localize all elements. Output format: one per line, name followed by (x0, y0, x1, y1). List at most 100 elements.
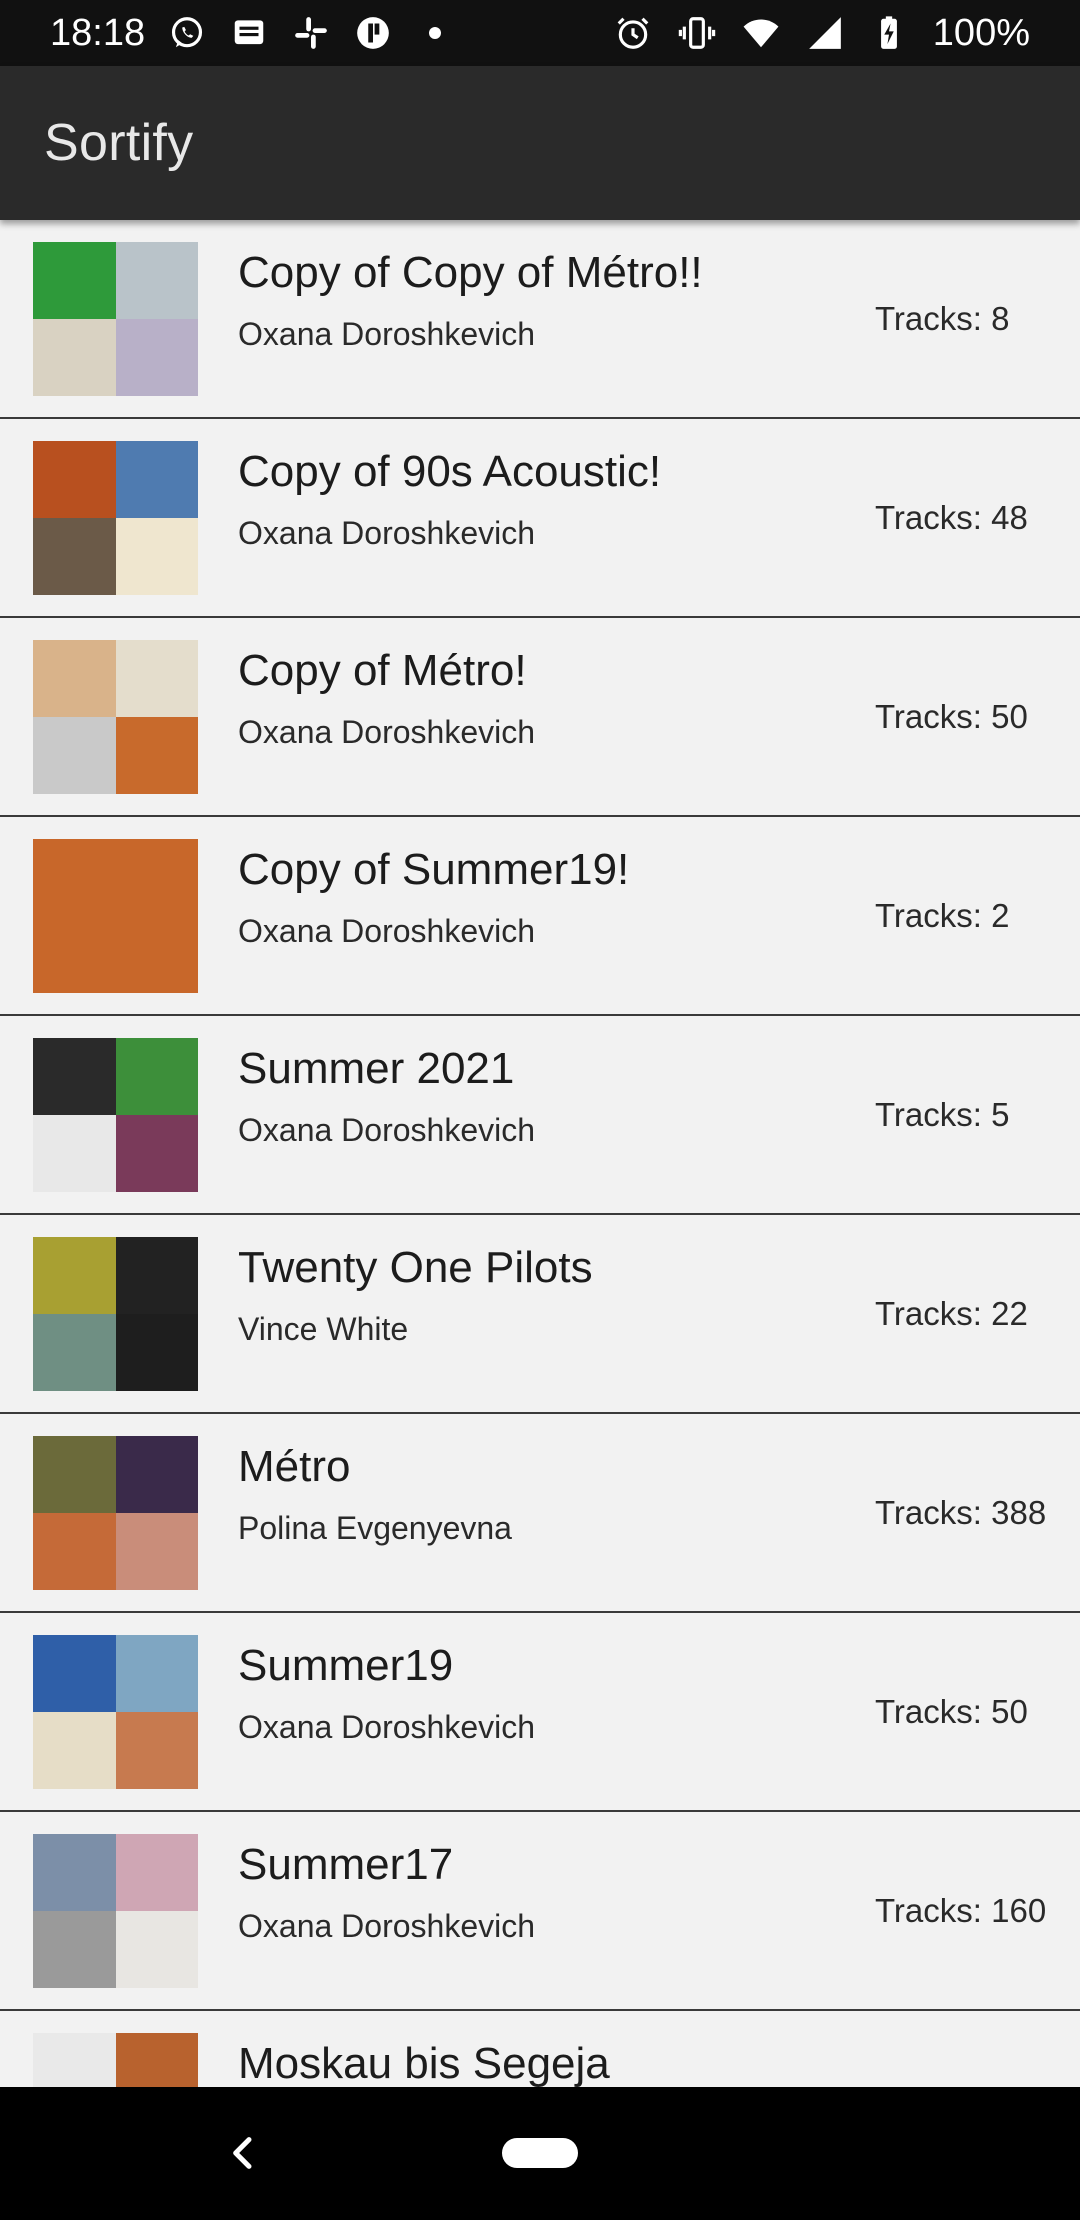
whatsapp-icon (167, 13, 207, 53)
cover-tile (115, 441, 198, 518)
status-left: 18:18 (50, 12, 455, 55)
playlist-text: Copy of 90s Acoustic! Oxana Doroshkevich (238, 447, 661, 552)
cover-tile (115, 1314, 198, 1391)
playlist-owner: Oxana Doroshkevich (238, 913, 536, 949)
cover-tile (33, 1038, 116, 1115)
message-icon (229, 13, 269, 53)
playlist-owner: Polina Evgenyevna (238, 1510, 512, 1546)
more-notifications-icon (415, 13, 455, 53)
cover-tile (33, 2033, 116, 2087)
playlist-row[interactable]: Copy of Copy of Métro!! Oxana Doroshkevic… (0, 220, 1080, 419)
playlist-text: Summer17 Oxana Doroshkevich (238, 1840, 535, 1945)
cover-tile (33, 1115, 116, 1192)
cover-tile (115, 2033, 198, 2087)
playlist-text: Summer 2021 Oxana Doroshkevich (238, 1044, 535, 1149)
cover-tile (115, 1237, 198, 1314)
signal-icon (805, 13, 845, 53)
cover-tile (33, 1635, 116, 1712)
vibrate-icon (677, 13, 717, 53)
playlist-row[interactable]: Summer17 Oxana Doroshkevich Tracks: 160 (0, 1812, 1080, 2011)
playlist-owner: Oxana Doroshkevich (238, 1908, 536, 1944)
playlist-owner: Oxana Doroshkevich (238, 714, 536, 750)
cover-tile (115, 1712, 198, 1789)
playlist-row[interactable]: Summer 2021 Oxana Doroshkevich Tracks: 5 (0, 1016, 1080, 1215)
cover-tile (115, 1513, 198, 1590)
playlist-text: Copy of Copy of Métro!! Oxana Doroshkevic… (238, 248, 703, 353)
playlist-name: Métro (238, 1442, 351, 1491)
cover-tile (115, 717, 198, 794)
cover-tile (115, 242, 198, 319)
cover-tile (33, 1513, 116, 1590)
playlist-row[interactable]: Copy of Métro! Oxana Doroshkevich Tracks: … (0, 618, 1080, 817)
playlist-name: Copy of Copy of Métro!! (238, 248, 703, 297)
battery-percent: 100% (932, 11, 1030, 54)
cover-tile (115, 518, 198, 595)
cover-tile (115, 640, 198, 717)
playlist-cover-image (33, 242, 198, 396)
app-bar: Sortify (0, 66, 1080, 220)
cover-tile (115, 319, 198, 396)
app-title: Sortify (44, 114, 194, 172)
playlist-list[interactable]: Copy of Copy of Métro!! Oxana Doroshkevic… (0, 220, 1080, 2087)
playlist-track-count: Tracks: 8 (875, 299, 1010, 337)
playlist-track-count: Tracks: 50 (875, 1692, 1028, 1730)
cover-tile (33, 1834, 116, 1911)
cover-tile (115, 1635, 198, 1712)
playlist-row[interactable]: Twenty One Pilots Vince White Tracks: 22 (0, 1215, 1080, 1414)
home-pill-button[interactable] (502, 2138, 578, 2168)
playlist-cover-image (33, 1834, 198, 1988)
playlist-row[interactable]: Copy of Summer19! Oxana Doroshkevich Track… (0, 817, 1080, 1016)
cover-tile (33, 717, 116, 794)
cover-tile (33, 441, 116, 518)
playlist-row[interactable]: Copy of 90s Acoustic! Oxana Doroshkevich T… (0, 419, 1080, 618)
playlist-track-count: Tracks: 160 (875, 1891, 1047, 1929)
status-time: 18:18 (50, 11, 146, 54)
playlist-track-count: Tracks: 2 (875, 896, 1010, 934)
playlist-name: Summer19 (238, 1641, 454, 1690)
playlist-cover-image (33, 1038, 198, 1192)
playlist-name: Copy of Summer19! (238, 845, 630, 894)
playlist-cover-image (33, 640, 198, 794)
playlist-track-count: Tracks: 388 (875, 1493, 1047, 1531)
playlist-name: Copy of Métro! (238, 646, 527, 695)
playlist-text: Métro Polina Evgenyevna (238, 1442, 512, 1547)
playlist-cover-image (33, 839, 198, 993)
cover-tile (33, 1712, 116, 1789)
playlist-owner: Oxana Doroshkevich (238, 1709, 536, 1745)
playlist-track-count: Tracks: 50 (875, 697, 1028, 735)
playlist-owner: Oxana Doroshkevich (238, 515, 536, 551)
cover-tile (33, 518, 116, 595)
cover-tile (33, 242, 116, 319)
cover-tile (115, 1115, 198, 1192)
cover-tile (115, 1834, 198, 1911)
slack-icon (291, 13, 331, 53)
playlist-text: Moskau bis Segeja (238, 2039, 610, 2087)
playlist-name: Twenty One Pilots (238, 1243, 593, 1292)
battery-charging-icon (869, 13, 909, 53)
app-icon (353, 13, 393, 53)
playlist-cover-image (33, 1635, 198, 1789)
cover-tile (115, 1436, 198, 1513)
cover-tile (33, 1436, 116, 1513)
cover-tile (33, 640, 116, 717)
playlist-cover-image (33, 1237, 198, 1391)
navigation-bar (0, 2087, 1080, 2220)
cover-tile (115, 1038, 198, 1115)
playlist-track-count: Tracks: 48 (875, 498, 1028, 536)
wifi-icon (741, 13, 781, 53)
cover-tile (33, 1237, 116, 1314)
playlist-row[interactable]: Moskau bis Segeja (0, 2011, 1080, 2087)
status-right: 100% (613, 12, 1030, 55)
playlist-cover-image (33, 441, 198, 595)
playlist-name: Copy of 90s Acoustic! (238, 447, 662, 496)
cover-tile (33, 1314, 116, 1391)
cover-tile (115, 1911, 198, 1988)
playlist-name: Summer 2021 (238, 1044, 515, 1093)
playlist-row[interactable]: Summer19 Oxana Doroshkevich Tracks: 50 (0, 1613, 1080, 1812)
playlist-text: Summer19 Oxana Doroshkevich (238, 1641, 535, 1746)
playlist-row[interactable]: Métro Polina Evgenyevna Tracks: 388 (0, 1414, 1080, 1613)
playlist-name: Summer17 (238, 1840, 454, 1889)
playlist-cover-image (33, 1436, 198, 1590)
playlist-track-count: Tracks: 5 (875, 1095, 1010, 1133)
back-icon[interactable] (222, 2131, 266, 2175)
